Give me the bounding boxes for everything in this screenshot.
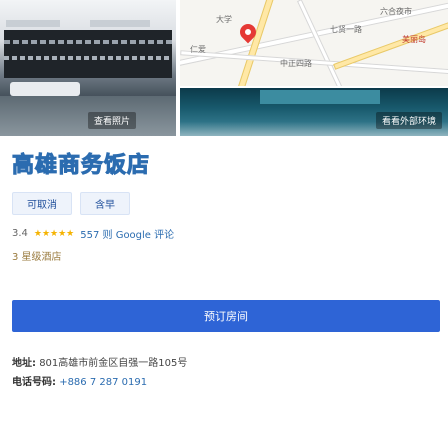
map-road xyxy=(296,0,349,86)
building-sign xyxy=(6,20,60,27)
tag-breakfast[interactable]: 含早 xyxy=(80,192,130,215)
phone-line: 电话号码: +886 7 287 0191 xyxy=(12,373,147,388)
map-label: 六合夜市 xyxy=(380,7,412,16)
hotel-name: 高雄商务饭店 xyxy=(11,153,151,179)
phone-value[interactable]: +886 7 287 0191 xyxy=(59,377,147,388)
map-label: 仁爱 xyxy=(190,45,206,54)
view-photos-button[interactable]: 查看照片 xyxy=(88,112,137,129)
location-map[interactable]: 大学 六合夜市 美丽岛 中正四路 七贤一路 仁爱 xyxy=(178,0,448,86)
rating-row: 3.4 ★★★★★ 557 则 Google 评论 xyxy=(12,226,174,241)
map-label: 美丽岛 xyxy=(402,35,426,44)
car-shape xyxy=(10,82,80,96)
map-road xyxy=(180,50,448,75)
book-room-button[interactable]: 预订房间 xyxy=(12,300,440,332)
google-reviews-link[interactable]: 557 则 Google 评论 xyxy=(80,226,174,241)
address-line: 地址: 801高雄市前金区自强一路105号 xyxy=(12,354,187,369)
map-label: 七贤一路 xyxy=(330,25,362,34)
photo-strip: 大学 六合夜市 美丽岛 中正四路 七贤一路 仁爱 查看照片 看看外部环境 xyxy=(0,0,448,136)
storefront-awning xyxy=(260,90,380,104)
hotel-star-class: 3 星级酒店 xyxy=(12,252,62,263)
address-value: 801高雄市前金区自强一路105号 xyxy=(39,358,188,369)
star-rating-icon: ★★★★★ xyxy=(33,228,75,239)
hotel-tags: 可取消 含早 xyxy=(12,192,130,215)
phone-label: 电话号码: xyxy=(12,377,56,388)
tag-cancellable[interactable]: 可取消 xyxy=(12,192,72,215)
street-view-button[interactable]: 看看外部环境 xyxy=(375,112,442,129)
map-label: 中正四路 xyxy=(280,59,312,68)
address-label: 地址: xyxy=(12,358,36,369)
map-label: 大学 xyxy=(216,15,232,24)
building-sign xyxy=(90,20,150,27)
building-facade xyxy=(4,30,172,78)
rating-value: 3.4 xyxy=(12,228,28,239)
